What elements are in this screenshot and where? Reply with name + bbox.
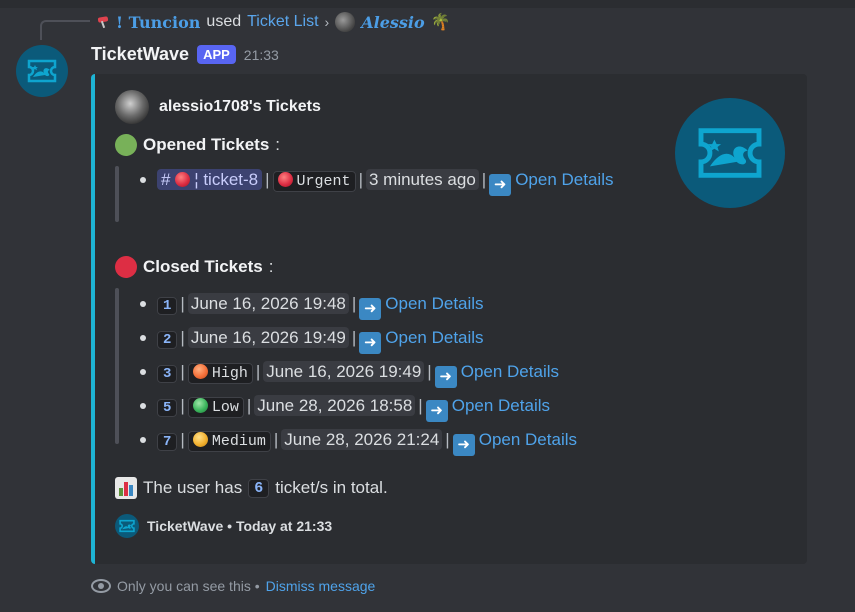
date-timestamp[interactable]: June 28, 2026 18:58 (254, 395, 416, 416)
ticket-number: 5 (157, 399, 178, 417)
open-details-link[interactable]: Open Details (452, 396, 550, 415)
open-details-link[interactable]: Open Details (515, 170, 613, 189)
command-reply-line[interactable]: ! Tuncion used Ticket List › Alessio 🌴 (96, 12, 451, 32)
ticket-count: 6 (248, 478, 270, 498)
channel-mention[interactable]: # ¦ ticket-8 (157, 169, 263, 190)
list-item: 3 | High | June 16, 2026 19:49 | ➜ Open Details (137, 356, 657, 390)
right-arrow-icon: ➜ (425, 400, 448, 422)
ephemeral-text: Only you can see this • (117, 578, 260, 594)
pushpin-icon (96, 15, 110, 29)
ticket-wave-logo-icon (698, 128, 762, 178)
author-avatar (115, 90, 149, 124)
right-arrow-icon: ➜ (359, 298, 382, 320)
embed-footer: TicketWave • Today at 21:33 (115, 514, 332, 538)
blockquote-bar (115, 166, 119, 222)
eye-icon (91, 579, 111, 593)
opened-tickets-title: Opened Tickets (143, 135, 270, 154)
reply-spine (40, 20, 90, 40)
green-circle-icon (115, 134, 137, 156)
green-circle-icon (192, 398, 208, 413)
message-time[interactable]: 21:33 (244, 47, 279, 63)
yellow-circle-icon (192, 432, 208, 447)
palm-tree-icon: 🌴 (430, 14, 451, 31)
red-circle-icon (277, 172, 293, 187)
priority-code: Low (187, 397, 244, 418)
list-item: # ¦ ticket-8 | Urgent | 3 minutes ago | ➜ Open … (137, 166, 657, 196)
opened-tickets-list: # ¦ ticket-8 | Urgent | 3 minutes ago | ➜ Open … (137, 166, 657, 196)
ticket-number: 7 (157, 433, 178, 451)
bar-chart-icon (115, 477, 137, 499)
right-arrow-icon: ➜ (452, 434, 475, 456)
list-item: 1 | June 16, 2026 19:48 | ➜ Open Details (137, 288, 657, 322)
open-details-link[interactable]: Open Details (385, 294, 483, 313)
embed-author: alessio1708's Tickets (115, 90, 321, 124)
date-timestamp[interactable]: June 28, 2026 21:24 (281, 429, 443, 450)
app-badge: APP (197, 45, 236, 64)
date-timestamp[interactable]: June 16, 2026 19:49 (187, 327, 349, 348)
relative-timestamp[interactable]: 3 minutes ago (365, 169, 479, 190)
red-circle-icon (175, 172, 191, 187)
closed-tickets-title: Closed Tickets (143, 257, 263, 276)
right-arrow-icon: ➜ (359, 332, 382, 354)
red-circle-icon (115, 256, 137, 278)
date-timestamp[interactable]: June 16, 2026 19:48 (187, 293, 349, 314)
ephemeral-notice: Only you can see this • Dismiss message (91, 578, 375, 594)
top-bar (0, 0, 855, 8)
right-arrow-icon: ➜ (489, 174, 512, 196)
orange-circle-icon (192, 364, 208, 379)
command-user[interactable]: ! Tuncion (116, 13, 200, 32)
priority-code: High (187, 363, 253, 384)
chevron-right-icon: › (324, 14, 330, 30)
list-item: 5 | Low | June 28, 2026 18:58 | ➜ Open Details (137, 390, 657, 424)
embed-author-name: alessio1708's Tickets (159, 98, 321, 115)
embed-footer-text: TicketWave • Today at 21:33 (147, 518, 333, 534)
blockquote-bar (115, 288, 119, 444)
opened-tickets-heading: Opened Tickets: (115, 134, 280, 156)
dismiss-message-link[interactable]: Dismiss message (266, 578, 376, 594)
embed-thumbnail[interactable] (675, 98, 785, 208)
bot-avatar[interactable] (16, 45, 68, 97)
command-name[interactable]: Ticket List (247, 13, 318, 31)
open-details-link[interactable]: Open Details (461, 362, 559, 381)
priority-code: Urgent (272, 171, 356, 192)
ticket-number: 1 (157, 297, 178, 315)
ticket-embed: alessio1708's Tickets Opened Tickets: # … (91, 74, 807, 564)
right-arrow-icon: ➜ (434, 366, 457, 388)
ticket-number: 3 (157, 365, 178, 383)
message-header: TicketWave APP 21:33 (91, 44, 279, 65)
list-item: 7 | Medium | June 28, 2026 21:24 | ➜ Open Detai… (137, 424, 657, 458)
closed-tickets-heading: Closed Tickets: (115, 256, 273, 278)
bot-name[interactable]: TicketWave (91, 44, 189, 65)
footer-logo-icon (115, 514, 139, 538)
date-timestamp[interactable]: June 16, 2026 19:49 (263, 361, 425, 382)
ticket-summary: The user has 6 ticket/s in total. (115, 477, 388, 499)
ticket-wave-logo-icon (27, 59, 57, 83)
summary-text-after: ticket/s in total. (275, 478, 388, 497)
priority-code: Medium (187, 431, 271, 452)
target-user[interactable]: Alessio (361, 13, 424, 32)
closed-tickets-list: 1 | June 16, 2026 19:48 | ➜ Open Details 2 | Ju… (137, 288, 657, 458)
target-user-avatar[interactable] (335, 12, 356, 32)
list-item: 2 | June 16, 2026 19:49 | ➜ Open Details (137, 322, 657, 356)
open-details-link[interactable]: Open Details (385, 328, 483, 347)
open-details-link[interactable]: Open Details (479, 430, 577, 449)
used-text: used (206, 13, 242, 30)
summary-text-before: The user has (143, 478, 243, 497)
ticket-number: 2 (157, 331, 178, 349)
